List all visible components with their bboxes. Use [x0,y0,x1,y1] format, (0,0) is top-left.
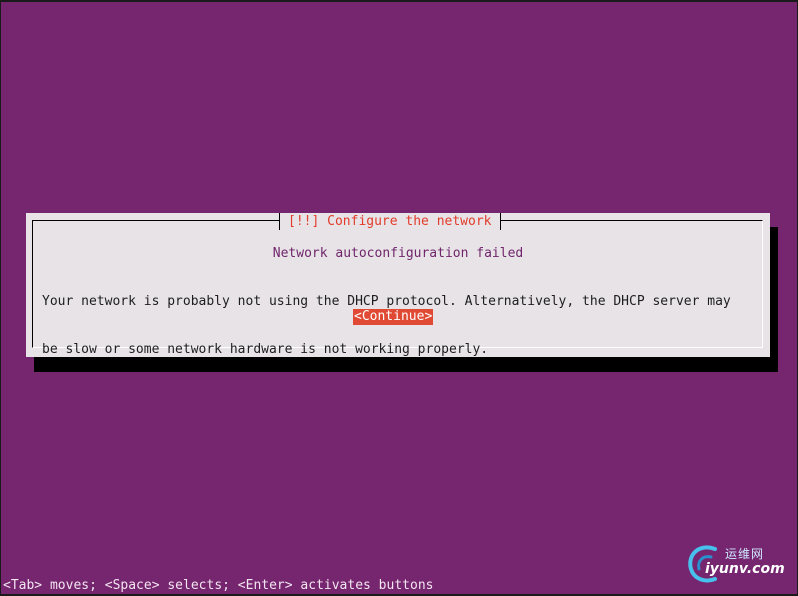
dialog-subtitle: Network autoconfiguration failed [272,246,524,261]
dialog-message: Your network is probably not using the D… [42,262,754,390]
installer-screen: [!!] Configure the network Network autoc… [1,2,797,594]
watermark-en-text: iyunv.com [705,561,785,577]
watermark-cn-text: 运维网 [725,547,765,561]
message-line-2: be slow or some network hardware is not … [42,342,489,357]
keyboard-hint: <Tab> moves; <Space> selects; <Enter> ac… [3,578,434,593]
dialog-title: [!!] Configure the network [288,214,492,229]
continue-button[interactable]: <Continue> [353,309,434,325]
dialog-title-box: [!!] Configure the network [279,213,501,230]
message-line-1: Your network is probably not using the D… [42,294,731,309]
configure-network-dialog: [!!] Configure the network Network autoc… [26,213,770,357]
watermark: 运维网 iyunv.com [685,541,793,587]
